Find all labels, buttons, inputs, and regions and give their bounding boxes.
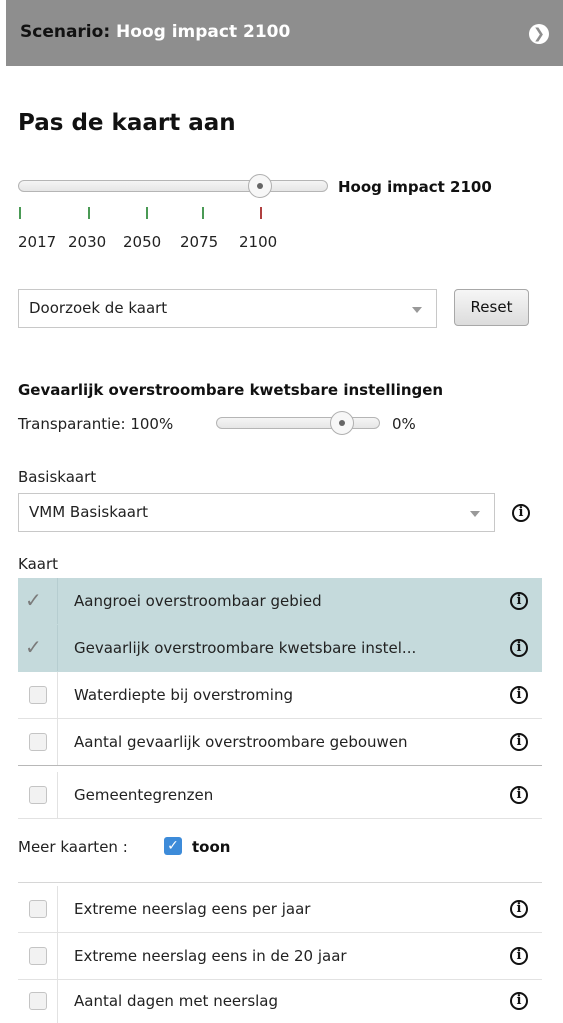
layer-row[interactable]: Gemeentegrenzen i — [18, 772, 542, 819]
extra-layer-row[interactable]: Aantal dagen met neerslag i — [18, 978, 542, 1023]
layer-label: Gevaarlijk overstroombare kwetsbare inst… — [74, 639, 417, 657]
divider — [18, 882, 542, 883]
search-map-value: Doorzoek de kaart — [29, 299, 168, 317]
info-icon[interactable]: i — [510, 686, 528, 704]
info-icon[interactable]: i — [510, 900, 528, 918]
map-section-label: Kaart — [18, 555, 59, 573]
active-layer-title: Gevaarlijk overstroombare kwetsbare inst… — [18, 381, 444, 399]
info-icon[interactable]: i — [510, 947, 528, 965]
scenario-title: Scenario: Hoog impact 2100 — [20, 22, 290, 42]
layer-row[interactable]: ✓ Aangroei overstroombaar gebied i — [18, 578, 542, 625]
more-maps-checkbox[interactable]: ✓ — [164, 837, 182, 855]
page-title: Pas de kaart aan — [18, 110, 236, 136]
search-map-select[interactable]: Doorzoek de kaart — [18, 289, 437, 328]
chevron-right-circle-icon[interactable]: ❯ — [529, 24, 549, 44]
checkbox[interactable] — [29, 900, 47, 918]
basemap-select[interactable]: VMM Basiskaart — [18, 493, 495, 532]
basemap-info-icon[interactable]: i — [512, 504, 530, 522]
slider-tick-label-2100: 2100 — [239, 233, 278, 251]
slider-tick-label-2030: 2030 — [68, 233, 107, 251]
more-maps-label: Meer kaarten : — [18, 838, 128, 856]
layer-label: Extreme neerslag eens per jaar — [74, 900, 311, 918]
slider-tick-label-2075: 2075 — [180, 233, 219, 251]
checkbox[interactable] — [29, 686, 47, 704]
layer-row[interactable]: Aantal gevaarlijk overstroombare gebouwe… — [18, 719, 542, 766]
info-icon[interactable]: i — [510, 592, 528, 610]
slider-tick-2075 — [202, 207, 204, 219]
scenario-name: Hoog impact 2100 — [116, 22, 291, 42]
layer-label: Aantal dagen met neerslag — [74, 992, 279, 1010]
slider-tick-2017 — [19, 207, 21, 219]
basemap-value: VMM Basiskaart — [29, 503, 149, 521]
info-icon[interactable]: i — [510, 733, 528, 751]
checkbox-checked[interactable]: ✓ — [25, 588, 42, 612]
checkbox[interactable] — [29, 786, 47, 804]
scenario-slider-value: Hoog impact 2100 — [338, 178, 492, 196]
slider-tick-label-2050: 2050 — [123, 233, 162, 251]
info-icon[interactable]: i — [510, 639, 528, 657]
checkbox-checked[interactable]: ✓ — [25, 635, 42, 659]
extra-layer-row[interactable]: Extreme neerslag eens in de 20 jaar i — [18, 933, 542, 980]
info-icon[interactable]: i — [510, 992, 528, 1010]
scenario-slider[interactable] — [18, 180, 328, 192]
slider-tick-2030 — [88, 207, 90, 219]
transparency-slider[interactable] — [216, 417, 380, 429]
checkbox[interactable] — [29, 947, 47, 965]
transparency-slider-handle[interactable] — [330, 411, 354, 435]
checkbox[interactable] — [29, 733, 47, 751]
basemap-label: Basiskaart — [18, 468, 97, 486]
scenario-prefix: Scenario: — [20, 22, 111, 42]
reset-button[interactable]: Reset — [454, 289, 529, 326]
layer-label: Gemeentegrenzen — [74, 786, 214, 804]
layer-label: Aangroei overstroombaar gebied — [74, 592, 322, 610]
extra-layer-row[interactable]: Extreme neerslag eens per jaar i — [18, 886, 542, 933]
transparency-label: Transparantie: 100% — [18, 415, 174, 433]
info-icon[interactable]: i — [510, 786, 528, 804]
chevron-down-icon — [470, 511, 480, 517]
transparency-end-label: 0% — [392, 415, 416, 433]
checkbox[interactable] — [29, 992, 47, 1010]
layer-label: Waterdiepte bij overstroming — [74, 686, 293, 704]
layer-row[interactable]: ✓ Gevaarlijk overstroombare kwetsbare in… — [18, 625, 542, 672]
slider-tick-label-2017: 2017 — [18, 233, 57, 251]
more-maps-toggle-label[interactable]: toon — [192, 838, 230, 856]
scenario-header[interactable]: Scenario: Hoog impact 2100 ❯ — [6, 0, 563, 66]
slider-tick-2050 — [146, 207, 148, 219]
layer-label: Aantal gevaarlijk overstroombare gebouwe… — [74, 733, 408, 751]
slider-tick-2100 — [260, 207, 262, 219]
scenario-slider-handle[interactable] — [248, 174, 272, 198]
chevron-down-icon — [412, 307, 422, 313]
layer-row[interactable]: Waterdiepte bij overstroming i — [18, 672, 542, 719]
layer-label: Extreme neerslag eens in de 20 jaar — [74, 947, 347, 965]
